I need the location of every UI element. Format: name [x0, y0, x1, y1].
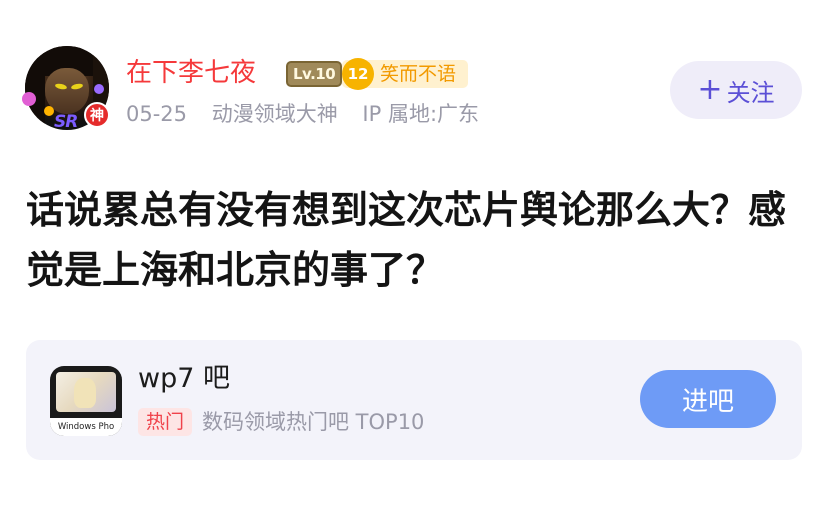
thumbnail-label: Windows Pho	[50, 418, 122, 436]
post-title: 话说累总有没有想到这次芯片舆论那么大？感觉是上海和北京的事了？	[26, 188, 787, 292]
fan-title: 笑而不语	[380, 63, 457, 85]
username[interactable]: 在下李七夜	[126, 56, 256, 90]
post-meta: 05-25 动漫领域大神 IP 属地:广东	[126, 100, 497, 128]
avatar-decoration-text: SR	[54, 112, 78, 132]
user-title: 动漫领域大神	[211, 102, 338, 126]
follow-label: 关注	[726, 78, 775, 107]
avatar-decoration	[22, 92, 36, 106]
follow-button[interactable]: + 关注	[670, 61, 802, 119]
plus-icon: +	[697, 72, 723, 107]
enter-forum-button[interactable]: 进吧	[640, 370, 776, 428]
fan-badge[interactable]: 12 笑而不语	[342, 58, 468, 90]
forum-card[interactable]: Windows Pho wp7 吧 热门 数码领域热门吧 TOP10 进吧	[26, 340, 802, 460]
fan-level-number: 12	[342, 58, 374, 90]
forum-thumbnail: Windows Pho	[50, 366, 122, 436]
level-badge: Lv.10	[286, 61, 343, 87]
ip-location: IP 属地:广东	[362, 102, 480, 126]
forum-description: 数码领域热门吧 TOP10	[202, 410, 425, 434]
forum-name[interactable]: wp7 吧	[138, 362, 230, 396]
hot-tag: 热门	[138, 408, 193, 436]
post-date: 05-25	[126, 102, 188, 126]
god-badge: 神	[84, 102, 110, 128]
user-avatar[interactable]: SR 神	[22, 46, 114, 132]
